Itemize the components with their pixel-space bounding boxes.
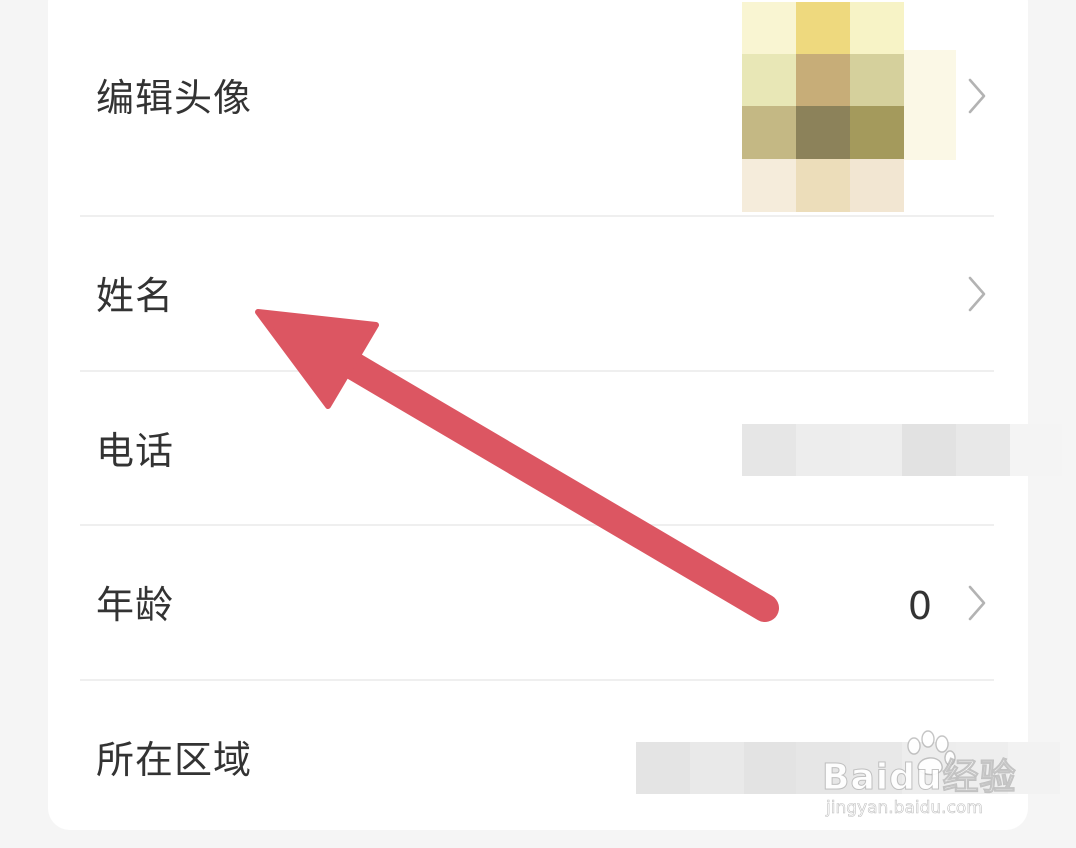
avatar[interactable] <box>742 2 904 212</box>
chevron-right-icon <box>968 78 986 114</box>
phone-value-blurred <box>742 424 1062 476</box>
name-label: 姓名 <box>96 274 175 318</box>
region-label: 所在区域 <box>96 738 253 782</box>
chevron-right-icon <box>968 585 986 621</box>
age-row[interactable]: 年龄 0 <box>80 526 994 681</box>
avatar-glow <box>904 50 956 160</box>
age-value: 0 <box>907 584 932 628</box>
age-label: 年龄 <box>96 583 175 627</box>
baidu-watermark: Baidu经验 jingyan.baidu.com <box>821 730 1032 830</box>
chevron-right-icon <box>968 276 986 312</box>
watermark-url: jingyan.baidu.com <box>826 798 983 819</box>
watermark-brand: Baidu经验 <box>821 757 1017 799</box>
name-row[interactable]: 姓名 <box>80 217 994 372</box>
phone-label: 电话 <box>96 429 175 473</box>
edit-avatar-label: 编辑头像 <box>96 76 253 120</box>
